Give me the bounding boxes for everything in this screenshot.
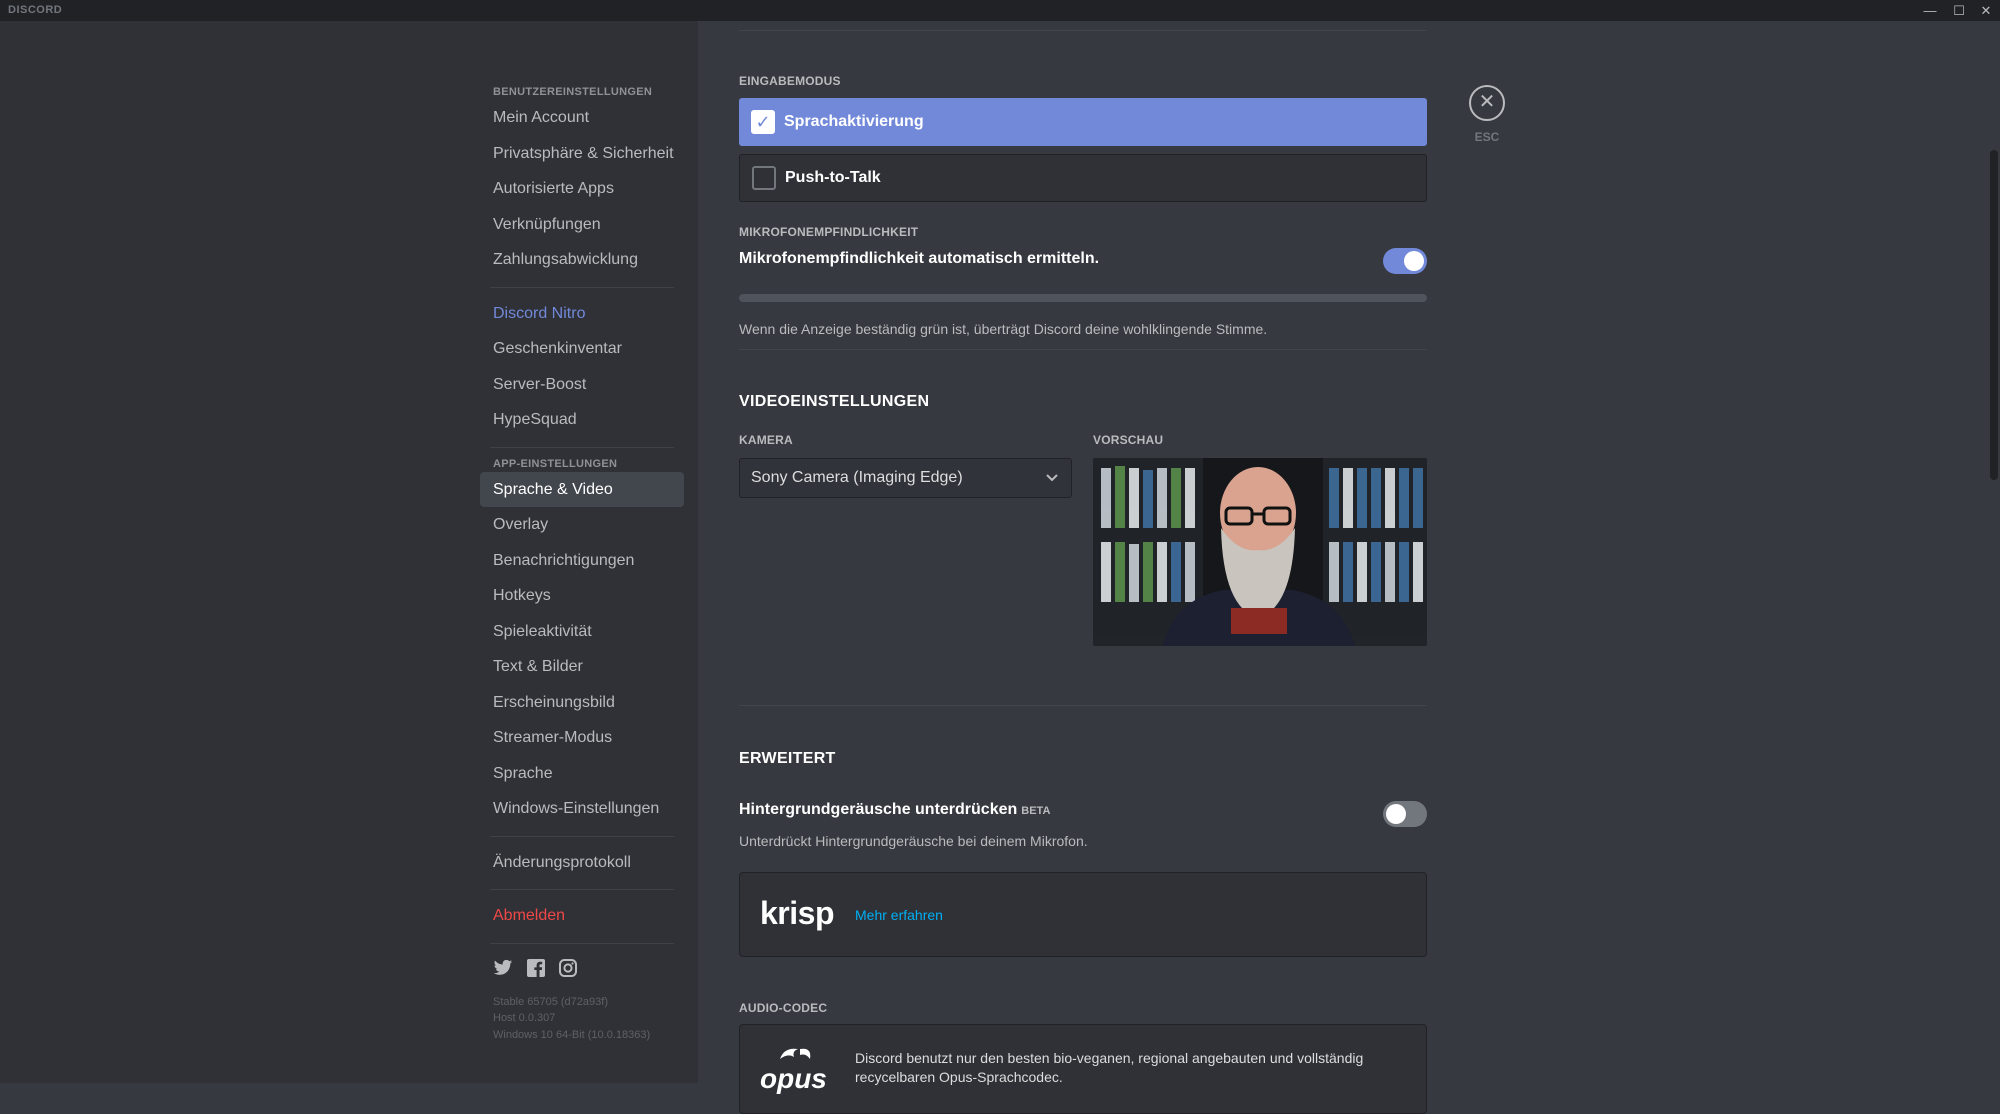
version-stable: Stable 65705 (d72a93f) <box>493 995 608 1008</box>
divider <box>490 889 674 890</box>
krisp-learn-more-link[interactable]: Mehr erfahren <box>855 907 943 923</box>
version-host: Host 0.0.307 <box>493 1012 556 1024</box>
settings-sidebar: BENUTZEREINSTELLUNGEN Mein Account Privat… <box>480 84 684 1047</box>
opus-description: Discord benutzt nur den besten bio-vegan… <box>855 1049 1363 1087</box>
krisp-card: krisp Mehr erfahren <box>739 872 1427 957</box>
camera-preview-image <box>1093 458 1427 646</box>
opus-description-line: Discord benutzt nur den besten bio-vegan… <box>855 1050 1364 1066</box>
app-settings-list: Sprache & Video Overlay Benachrichtigungen… <box>480 471 684 827</box>
input-mode-label: EINGABEMODUS <box>739 74 841 88</box>
sidebar-header-user: BENUTZEREINSTELLUNGEN <box>493 86 653 98</box>
input-mode-label-ptt: Push-to-Talk <box>785 169 881 186</box>
mic-auto-label: Mikrofonempfindlichkeit automatisch ermi… <box>739 250 1100 267</box>
noise-suppression-label: Hintergrundgeräusche unterdrücken <box>739 801 1018 818</box>
sidebar-item-sprache[interactable]: Sprache <box>480 756 684 792</box>
toggle-knob <box>1404 251 1424 271</box>
esc-label: ESC <box>1474 130 1500 144</box>
camera-select[interactable]: Sony Camera (Imaging Edge) <box>739 458 1072 498</box>
close-icon[interactable]: ✕ <box>1469 85 1505 121</box>
sidebar-item-benachrichtigungen[interactable]: Benachrichtigungen <box>480 543 684 579</box>
divider <box>739 349 1427 350</box>
sidebar-item-sprache-video[interactable]: Sprache & Video <box>480 471 684 507</box>
scrollbar[interactable] <box>1990 150 1998 480</box>
title-bar: DISCORD — ☐ ✕ <box>0 0 2000 21</box>
noise-suppression-toggle[interactable] <box>1383 801 1427 827</box>
version-info: Stable 65705 (d72a93f) Host 0.0.307 Wind… <box>480 990 684 1048</box>
opus-description-line: recycelbaren Opus-Sprachcodec. <box>855 1069 1063 1085</box>
audio-codec-label: AUDIO-CODEC <box>739 1001 828 1015</box>
divider <box>739 30 1427 31</box>
camera-label: KAMERA <box>739 433 793 447</box>
user-settings-list: Mein Account Privatsphäre & Sicherheit Aut… <box>480 100 684 278</box>
divider <box>490 286 674 288</box>
sidebar-item-server-boost[interactable]: Server-Boost <box>480 367 684 403</box>
chevron-down-icon <box>1045 459 1059 511</box>
checkmark-icon: ✓ <box>751 110 775 134</box>
sidebar-item-hotkeys[interactable]: Hotkeys <box>480 578 684 614</box>
logout-button[interactable]: Abmelden <box>480 898 684 934</box>
video-section-title: VIDEOEINSTELLUNGEN <box>739 393 930 410</box>
opus-logo-text: opus <box>760 1063 827 1094</box>
facebook-icon[interactable] <box>527 959 545 982</box>
sidebar-item-windows-einstellungen[interactable]: Windows-Einstellungen <box>480 791 684 827</box>
twitter-icon[interactable] <box>493 959 513 982</box>
version-os: Windows 10 64-Bit (10.0.18363) <box>493 1028 651 1041</box>
divider <box>490 446 674 448</box>
sidebar-item-text-bilder[interactable]: Text & Bilder <box>480 649 684 685</box>
maximize-button[interactable]: ☐ <box>1945 0 1973 21</box>
input-mode-push-to-talk[interactable]: Push-to-Talk <box>739 154 1427 202</box>
checkbox-icon <box>752 166 776 190</box>
minimize-button[interactable]: — <box>1916 0 1944 21</box>
input-mode-label-voice: Sprachaktivierung <box>784 113 924 130</box>
sidebar-item-zahlungsabwicklung[interactable]: Zahlungsabwicklung <box>480 242 684 278</box>
sidebar-header-app: APP-EINSTELLUNGEN <box>493 457 618 470</box>
sidebar-item-autorisierte-apps[interactable]: Autorisierte Apps <box>480 171 684 207</box>
divider <box>739 705 1427 706</box>
sidebar-item-verknüpfungen[interactable]: Verknüpfungen <box>480 207 684 243</box>
nitro-settings-list: Discord Nitro Geschenkinventar Server-Boos… <box>480 296 684 438</box>
app-name: DISCORD <box>8 4 63 16</box>
beta-badge: BETA <box>1021 805 1051 817</box>
noise-suppression-desc: Unterdrückt Hintergrundgeräusche bei dei… <box>739 833 1088 849</box>
input-mode-voice-activity[interactable]: ✓ Sprachaktivierung <box>739 98 1427 146</box>
toggle-knob <box>1386 804 1406 824</box>
mic-auto-toggle[interactable] <box>1383 248 1427 274</box>
mic-hint: Wenn die Anzeige beständig grün ist, übe… <box>739 321 1268 337</box>
sidebar-item-discord-nitro[interactable]: Discord Nitro <box>480 296 684 332</box>
divider <box>490 942 674 944</box>
sidebar-item-geschenkinventar[interactable]: Geschenkinventar <box>480 331 684 367</box>
preview-label: VORSCHAU <box>1093 433 1164 447</box>
mic-sensitivity-label: MIKROFONEMPFINDLICHKEIT <box>739 225 919 239</box>
sidebar-item-privatsphäre-sicherheit[interactable]: Privatsphäre & Sicherheit <box>480 136 684 172</box>
sidebar-item-erscheinungsbild[interactable]: Erscheinungsbild <box>480 685 684 721</box>
mic-sensitivity-meter[interactable] <box>739 294 1427 302</box>
social-links <box>480 952 684 990</box>
close-window-button[interactable]: ✕ <box>1972 0 2000 21</box>
divider <box>490 835 674 837</box>
sidebar-item-mein-account[interactable]: Mein Account <box>480 100 684 136</box>
camera-preview <box>1093 458 1427 646</box>
opus-logo: opus <box>760 1045 836 1095</box>
sidebar-item-changelog[interactable]: Änderungsprotokoll <box>480 845 684 881</box>
sidebar-item-hypesquad[interactable]: HypeSquad <box>480 402 684 438</box>
instagram-icon[interactable] <box>559 959 577 982</box>
sidebar-item-overlay[interactable]: Overlay <box>480 507 684 543</box>
camera-value: Sony Camera (Imaging Edge) <box>751 469 963 486</box>
opus-card: opus Discord benutzt nur den besten bio-… <box>739 1024 1427 1114</box>
krisp-logo: krisp <box>760 895 834 931</box>
sidebar-item-streamer-modus[interactable]: Streamer-Modus <box>480 720 684 756</box>
noise-suppression-title: Hintergrundgeräusche unterdrücken BETA <box>739 801 1050 819</box>
advanced-section-title: ERWEITERT <box>739 750 836 767</box>
sidebar-item-spieleaktivität[interactable]: Spieleaktivität <box>480 614 684 650</box>
